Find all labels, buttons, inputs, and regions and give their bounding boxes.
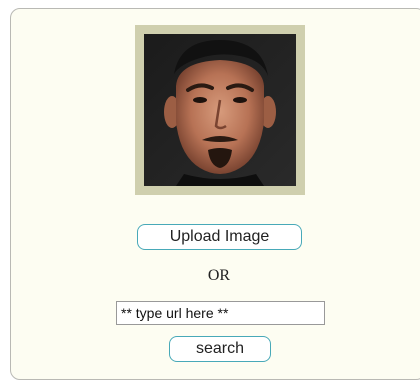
upload-image-button[interactable]: Upload Image (137, 224, 302, 250)
photo-frame (135, 25, 305, 195)
search-button[interactable]: search (169, 336, 271, 362)
face-photo (144, 34, 296, 186)
or-separator: OR (207, 267, 231, 284)
url-input[interactable] (116, 301, 325, 325)
upload-panel: Upload Image OR search (10, 8, 420, 380)
